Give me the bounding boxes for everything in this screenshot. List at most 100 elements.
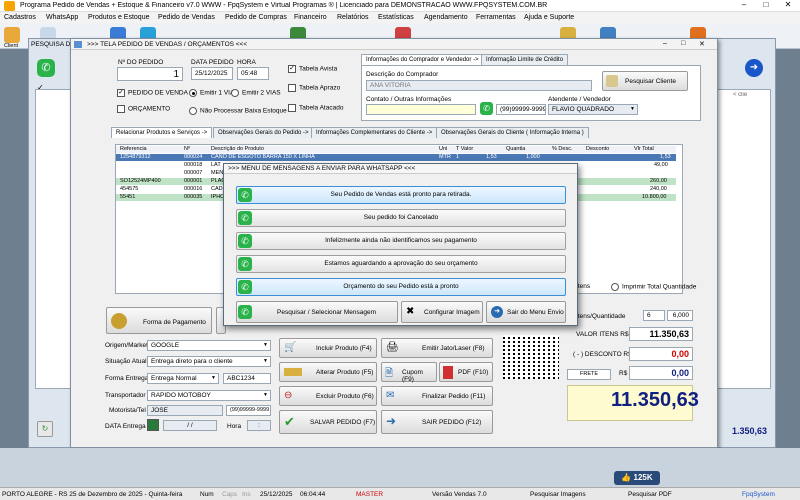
tab-limite-credito[interactable]: Informação Limite de Crédito: [481, 54, 569, 65]
comprador-panel: Descrição do Comprador ANA VITORIA Pesqu…: [361, 65, 701, 121]
tabela-atacado-checkbox[interactable]: Tabela Atacado: [288, 104, 343, 112]
alterar-produto-button[interactable]: Alterar Produto (F5): [279, 362, 377, 382]
desconto-field[interactable]: 0,00: [629, 347, 693, 361]
order-window-close[interactable]: ✕: [699, 40, 705, 48]
message-button-pagamento[interactable]: ✆ Infelizmente ainda não identificamos se…: [236, 232, 566, 250]
descricao-comprador-field[interactable]: ANA VITORIA: [366, 80, 592, 91]
emitir-2vias-radio[interactable]: Emitir 2 VIAS: [231, 89, 281, 97]
clientes-icon[interactable]: [4, 27, 20, 43]
cupom-button[interactable]: 🗎 Cupom (F9): [381, 362, 437, 383]
data-pedido-label: DATA PEDIDO: [191, 59, 234, 66]
finalizar-pedido-button[interactable]: ✉ Finalizar Pedido (F11): [381, 386, 493, 406]
receipt-icon: 🗎: [385, 368, 394, 379]
hora-entrega-field[interactable]: :: [247, 420, 271, 431]
background-grid: [35, 89, 71, 389]
situacao-label: Situação Atual: [105, 358, 147, 365]
tab-observacoes-pedido[interactable]: Observações Gerais do Pedido ->: [213, 127, 314, 138]
tabela-avista-checkbox[interactable]: ✓ Tabela Avista: [288, 65, 337, 73]
atendente-select[interactable]: FLAVIO QUADRADO ▼: [548, 104, 638, 115]
sair-pedido-button[interactable]: ➜ SAIR PEDIDO (F12): [381, 410, 493, 434]
forma-entrega-select[interactable]: Entrega Normal ▼: [147, 373, 219, 384]
itens-radio[interactable]: Itens: [576, 283, 590, 290]
menu-pedido-vendas[interactable]: Pedido de Vendas: [158, 14, 215, 21]
printer-icon: 🖨: [386, 342, 399, 353]
frete-field[interactable]: 0,00: [629, 366, 693, 380]
tabela-aprazo-checkbox[interactable]: Tabela Aprazo: [288, 84, 340, 92]
pesquisar-pdf-link[interactable]: Pesquisar PDF: [628, 491, 672, 498]
minimize-button[interactable]: –: [735, 1, 753, 11]
status-num: Num: [200, 491, 214, 498]
data-pedido-field[interactable]: 25/12/2025: [191, 67, 233, 80]
order-window-minimize[interactable]: –: [663, 40, 667, 47]
pedido-venda-checkbox[interactable]: ✓ PEDIDO DE VENDA: [117, 89, 188, 97]
incluir-produto-button[interactable]: 🛒 Incluir Produto (F4): [279, 338, 377, 358]
tab-observacoes-cliente[interactable]: Observações Gerais do Cliente ( Informaç…: [436, 127, 589, 138]
emitir-jato-button[interactable]: 🖨 Emitir Jato/Laser (F8): [381, 338, 493, 358]
data-entrega-field[interactable]: / /: [163, 420, 217, 431]
app-icon: [4, 1, 15, 11]
status-brand: FpqSystem: [742, 491, 775, 498]
refresh-icon[interactable]: ↻: [37, 421, 53, 437]
menu-estatisticas[interactable]: Estatísticas: [378, 14, 414, 21]
origem-select[interactable]: GOOGLE ▼: [147, 340, 271, 351]
menu-ajuda[interactable]: Ajuda e Suporte: [524, 14, 574, 21]
menu-ferramentas[interactable]: Ferramentas: [476, 14, 516, 21]
tab-comprador[interactable]: Informações do Comprador e Vendedor ->: [361, 54, 484, 65]
menu-agendamento[interactable]: Agendamento: [424, 14, 468, 21]
menu-produtos[interactable]: Produtos e Estoque: [88, 14, 150, 21]
order-window-title: >>> TELA PEDIDO DE VENDAS / ORÇAMENTOS <…: [87, 41, 248, 48]
qr-code: [503, 335, 559, 379]
badge: 👍 125K: [614, 471, 660, 485]
background-cliente-hint: < clie: [733, 92, 748, 98]
menu-whatsapp[interactable]: WhatsApp: [46, 14, 78, 21]
motorista-tel-field[interactable]: (99)99999-9999: [226, 405, 271, 416]
hora-field[interactable]: 05:48: [237, 67, 269, 80]
whatsapp-icon: ✆: [238, 211, 252, 225]
nao-processar-radio[interactable]: Não Processar Baixa Estoque: [189, 107, 287, 115]
motorista-field[interactable]: JOSE: [147, 405, 223, 416]
contato-field[interactable]: [366, 104, 476, 115]
whatsapp-small-icon[interactable]: ✆: [480, 102, 493, 115]
emitir-1via-radio[interactable]: Emitir 1 VIA: [189, 89, 234, 97]
table-row[interactable]: 1254879312 000024 CANO DE ESGOTO BARRA 1…: [116, 154, 676, 161]
situacao-select[interactable]: Entrega direto para o cliente ▼: [147, 356, 271, 367]
calendar-icon[interactable]: [147, 419, 159, 431]
forma-entrega-label: Forma Entrega: [105, 375, 149, 382]
order-window-maximize[interactable]: □: [681, 40, 685, 47]
menu-cadastros[interactable]: Cadastros: [4, 14, 36, 21]
imprimir-total-radio[interactable]: Imprimir Total Quantidade: [611, 283, 696, 291]
tab-info-complementares[interactable]: Informações Complementares do Cliente ->: [311, 127, 438, 138]
whatsapp-icon: ✆: [238, 280, 252, 294]
valor-itens-label: VALOR ITENS R$: [576, 331, 629, 338]
excluir-produto-button[interactable]: ⊖ Excluir Produto (F6): [279, 386, 377, 406]
tab-produtos[interactable]: Relacionar Produtos e Serviços ->: [111, 127, 213, 138]
telefone-field[interactable]: (99)99999-9999: [496, 104, 546, 115]
forma-pagamento-button[interactable]: Forma de Pagamento: [106, 307, 212, 334]
menu-pedido-compras[interactable]: Pedido de Compras: [225, 14, 287, 21]
whatsapp-icon[interactable]: ✆: [37, 59, 55, 77]
message-button-retirada[interactable]: ✆ Seu Pedido de Vendas está pronto para r…: [236, 186, 566, 204]
pesquisar-mensagem-button[interactable]: ✆ Pesquisar / Selecionar Mensagem: [236, 301, 398, 323]
pesquisar-cliente-button[interactable]: Pesquisar Cliente: [602, 71, 688, 91]
numero-pedido-field[interactable]: 1: [117, 67, 183, 81]
menu-financeiro[interactable]: Financeiro: [294, 14, 327, 21]
orcamento-checkbox[interactable]: ORÇAMENTO: [117, 105, 170, 113]
message-button-aprovacao[interactable]: ✆ Estamos aguardando a aprovação do seu o…: [236, 255, 566, 273]
maximize-button[interactable]: □: [757, 1, 775, 11]
descricao-comprador-label: Descrição do Comprador: [366, 71, 439, 78]
sair-menu-button[interactable]: ➜ Sair do Menu Envio: [486, 301, 566, 323]
codigo-entrega-field[interactable]: ABC1234: [223, 373, 271, 384]
pdf-icon: [443, 366, 453, 379]
transportador-select[interactable]: RAPIDO MOTOBOY ▼: [147, 390, 271, 401]
total-value: 11.350,63: [611, 389, 699, 411]
arrow-right-icon[interactable]: ➜: [745, 59, 763, 77]
salvar-pedido-button[interactable]: ✔ SALVAR PEDIDO (F7): [279, 410, 377, 434]
message-button-orcamento[interactable]: ✆ Orçamento do seu Pedido está a pronto: [236, 278, 566, 296]
close-button[interactable]: ✕: [779, 1, 797, 11]
pesquisar-imagens-link[interactable]: Pesquisar Imagens: [530, 491, 586, 498]
pdf-button[interactable]: PDF (F10): [439, 362, 493, 382]
message-button-cancelado[interactable]: ✆ Seu pedido foi Cancelado: [236, 209, 566, 227]
status-city-date: PORTO ALEGRE - RS 25 de Dezembro de 2025…: [2, 491, 183, 498]
menu-relatorios[interactable]: Relatórios: [337, 14, 369, 21]
configurar-imagem-button[interactable]: ✖ Configurar Imagem: [401, 301, 483, 323]
